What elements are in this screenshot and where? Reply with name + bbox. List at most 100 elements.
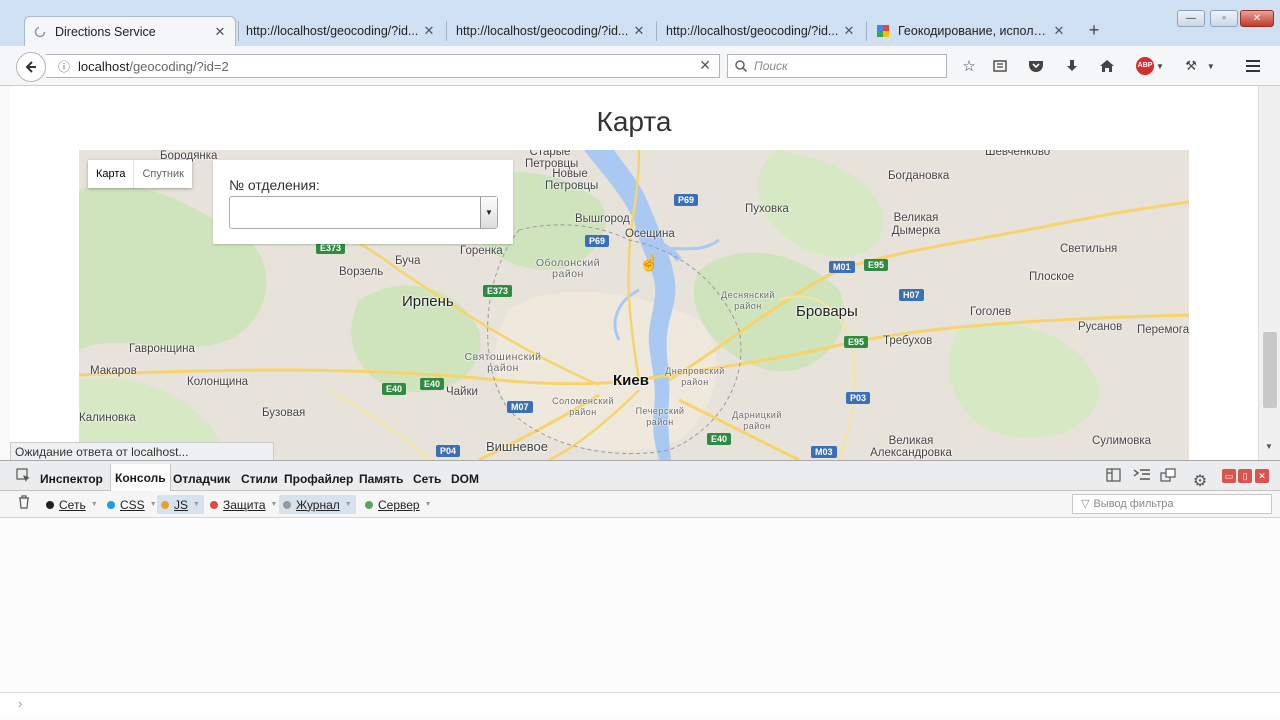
wrench-icon: ⚒ (1185, 58, 1197, 73)
devtools-toolbar: Инспектор Консоль Отладчик Стили Профайл… (0, 461, 1280, 492)
developer-tools-icon[interactable]: ⚒ ▼ (1180, 56, 1220, 76)
maximize-window-button[interactable]: ▫ (1210, 10, 1238, 27)
tab-geocoding-docs[interactable]: Геокодирование, использ... ✕ (868, 16, 1074, 46)
url-bar[interactable]: ⓘ localhost/geocoding/?id=2 ✕ (46, 54, 720, 78)
devtools-tab-network[interactable]: Сеть (413, 461, 441, 491)
devtools-tab-inspector[interactable]: Инспектор (40, 461, 103, 491)
info-icon[interactable]: ⓘ (58, 58, 70, 75)
map-label: Шевченково (985, 150, 1051, 158)
tab-geocoding-2[interactable]: http://localhost/geocoding/?id... ✕ (448, 16, 654, 46)
chevron-down-icon: ▼ (193, 501, 200, 508)
back-button[interactable] (16, 52, 46, 82)
close-window-button[interactable]: ✕ (1240, 10, 1274, 27)
back-arrow-icon (25, 61, 36, 73)
close-icon[interactable]: ✕ (213, 24, 227, 40)
road-badge: M01 (829, 261, 855, 273)
devtools-tab-dom[interactable]: DOM (451, 461, 479, 491)
new-tab-button[interactable]: + (1084, 20, 1104, 41)
scroll-down-arrow-icon[interactable]: ▼ (1265, 442, 1273, 451)
close-icon[interactable]: ✕ (842, 23, 856, 39)
minimize-window-button[interactable]: — (1177, 10, 1205, 27)
tab-separator (446, 21, 447, 41)
devtools-tab-styles[interactable]: Стили (241, 461, 278, 491)
bookmark-star-icon[interactable]: ☆ (958, 56, 980, 76)
map-label: Требухов (883, 335, 933, 347)
scrollbar-thumb[interactable] (1263, 332, 1277, 408)
tab-label: Directions Service (55, 24, 156, 39)
page-scrollbar[interactable]: ▼ (1258, 86, 1280, 460)
close-icon[interactable]: ✕ (632, 23, 646, 39)
map-label: Сулимовка (1092, 435, 1152, 447)
map-label-district: Святошинский район (464, 351, 542, 374)
navigation-toolbar: ⓘ localhost/geocoding/?id=2 ✕ Поиск ☆ AB… (0, 46, 1280, 86)
branch-select[interactable]: ▼ (229, 196, 498, 229)
map-label: Ворзель (339, 266, 384, 278)
element-picker-icon[interactable] (14, 468, 34, 486)
devtools-tab-console[interactable]: Консоль (110, 464, 171, 492)
road-badge: M07 (507, 401, 533, 413)
devtools-dock-side-icon[interactable]: ▯ (1238, 469, 1252, 483)
filter-network[interactable]: Сеть ▼ (42, 495, 102, 514)
road-badge: E40 (420, 378, 445, 390)
chevron-down-icon: ▼ (149, 501, 157, 508)
map-type-satellite-button[interactable]: Спутник (133, 160, 191, 188)
chevron-down-icon[interactable]: ▼ (480, 197, 497, 228)
filter-label: Сервер (378, 497, 420, 512)
filter-dot (365, 500, 373, 509)
filter-logging[interactable]: Журнал ▼ (279, 495, 356, 514)
devtools-tab-memory[interactable]: Память (359, 461, 403, 491)
console-input[interactable]: › (0, 692, 1280, 716)
devtools-tab-profiler[interactable]: Профайлер (284, 461, 353, 491)
tab-separator (866, 21, 867, 41)
console-filter-bar: Сеть ▼ CSS ▼ JS ▼ Защита ▼ Журнал ▼ Серв… (0, 491, 1280, 518)
chevron-down-icon: ▼ (1206, 61, 1215, 71)
tab-directions-service[interactable]: Directions Service ✕ (24, 16, 236, 46)
page-title: Карта (596, 106, 672, 137)
dock-to-window-icon[interactable] (1158, 468, 1178, 486)
filter-placeholder: Вывод фильтра (1093, 498, 1174, 510)
console-output (0, 518, 1280, 692)
filter-js[interactable]: JS ▼ (157, 495, 204, 514)
devtools-dock-bottom-icon[interactable]: ▭ (1222, 469, 1236, 483)
road-badge: P03 (846, 392, 871, 404)
search-input[interactable]: Поиск (727, 54, 947, 78)
scratchpad-icon[interactable] (1132, 468, 1152, 486)
close-icon[interactable]: ✕ (1052, 23, 1066, 39)
settings-gear-icon[interactable]: ⚙ (1190, 471, 1210, 490)
filter-css[interactable]: CSS ▼ (103, 495, 161, 514)
clear-url-icon[interactable]: ✕ (699, 57, 711, 74)
map-label: Пуховка (745, 203, 789, 215)
filter-output-input[interactable]: ▽ Вывод фильтра (1072, 494, 1272, 514)
tab-separator (656, 21, 657, 41)
tab-geocoding-3[interactable]: http://localhost/geocoding/?id... ✕ (658, 16, 864, 46)
map-type-map-button[interactable]: Карта (88, 160, 133, 188)
adblock-plus-icon[interactable]: ABP ▼ (1133, 56, 1167, 76)
map-label: Чайки (446, 386, 478, 398)
url-host: localhost (78, 58, 130, 74)
status-popup: Ожидание ответа от localhost... (10, 442, 274, 461)
downloads-icon[interactable] (1061, 56, 1083, 76)
close-icon[interactable]: ✕ (422, 23, 436, 39)
map-label-district: Дарницкий район (732, 410, 782, 431)
reading-list-icon[interactable] (989, 56, 1011, 76)
branch-panel: № отделения: ▼ (213, 160, 513, 244)
trash-icon[interactable] (14, 495, 34, 513)
map-label: Великая Дымерка (891, 212, 941, 237)
chevron-down-icon: ▼ (424, 501, 432, 508)
map-label: Вышгород (575, 213, 630, 225)
home-icon[interactable] (1096, 56, 1118, 76)
devtools-tab-debugger[interactable]: Отладчик (173, 461, 230, 491)
filter-security[interactable]: Защита ▼ (206, 495, 281, 514)
search-placeholder: Поиск (754, 59, 788, 73)
devtools-close-icon[interactable]: ✕ (1255, 469, 1269, 483)
filter-server[interactable]: Сервер ▼ (361, 495, 436, 514)
menu-hamburger-icon[interactable] (1242, 56, 1264, 76)
google-map[interactable]: Бородянка Старые Петровцы Новые Петровцы… (79, 150, 1189, 460)
split-console-icon[interactable] (1104, 468, 1124, 486)
map-label: Новые Петровцы (545, 168, 599, 192)
filter-dot (210, 500, 218, 509)
tab-geocoding-1[interactable]: http://localhost/geocoding/?id... ✕ (238, 16, 444, 46)
pocket-icon[interactable] (1025, 56, 1047, 76)
road-badge: H07 (899, 289, 924, 301)
map-label: Гавронщина (129, 343, 195, 355)
